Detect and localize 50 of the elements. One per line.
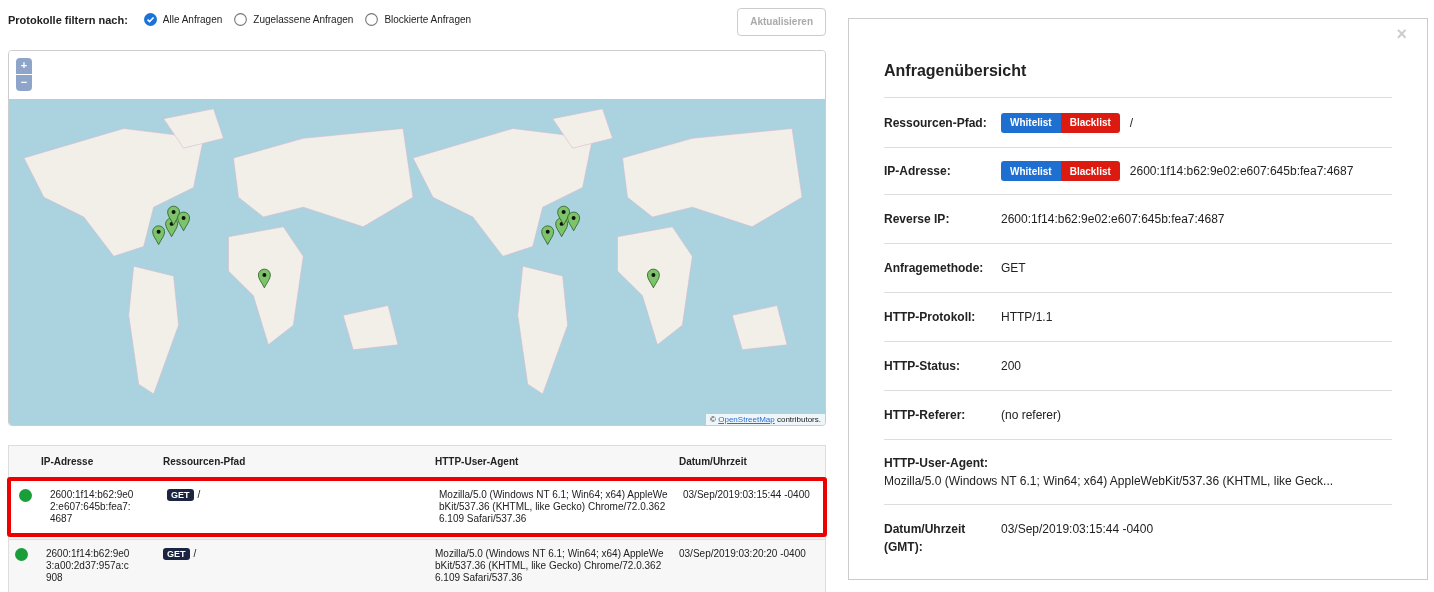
field-label: Datum/Uhrzeit (GMT): [884,521,967,556]
table-cell-text: 2600:1f14:b62:9e02:e607:645b:fea7:4687 [50,489,135,525]
blacklist-button[interactable]: Blacklist [1060,161,1120,181]
field-value: 03/Sep/2019:03:15:44 -0400 [1001,521,1154,538]
filter-radio[interactable]: Blockierte Anfragen [365,12,472,28]
field-value: 2600:1f14:b62:9e02:e607:645b:fea7:4687 [1001,211,1225,228]
zoom-out-button[interactable]: − [16,74,32,91]
zoom-in-button[interactable]: + [16,57,32,74]
field-label: Anfragemethode: [884,260,985,277]
field-value: (no referer) [1001,407,1062,424]
checked-radio-icon [143,13,157,27]
whitelist-button[interactable]: Whitelist [1001,112,1061,133]
field-value: 200 [1001,358,1022,375]
table-cell: / [193,548,197,560]
filter-label: Protokolle filtern nach: [8,12,128,28]
table-cell-text: 03/Sep/2019:03:15:44 -0400 [682,489,811,502]
table-cell-text: Mozilla/5.0 (Windows NT 6.1; Win64; x64) AppleWebKit/537.36 (KHTML, like Gecko) Chrome/72.0.3626.109 Safari/537.36 [438,489,669,525]
table-cell-text: 2600:1f14:b62:9e03:a00:2d37:957a:c908 [46,548,131,584]
column-header: IP-Adresse [40,455,95,469]
field-value: / [1129,114,1134,132]
method-badge: GET [163,548,190,560]
table-cell-text: 03/Sep/2019:03:20:20 -0400 [678,548,807,561]
radio-icon [234,13,248,27]
field-label: HTTP-Protokoll: [884,309,977,326]
field-label: HTTP-Status: [884,358,961,375]
table-cell-text: Mozilla/5.0 (Windows NT 6.1; Win64; x64) AppleWebKit/537.36 (KHTML, like Gecko) Chrome/72.0.3626.109 Safari/537.36 [434,548,665,584]
column-header: Ressourcen-Pfad [162,455,247,469]
column-header: HTTP-User-Agent [434,455,520,469]
field-label: IP-Adresse: [884,163,952,180]
openstreetmap-link[interactable]: OpenStreetMap [718,415,775,424]
field-value: HTTP/1.1 [1001,309,1053,326]
panel-title: Anfragenübersicht [884,59,1392,98]
field-label: HTTP-Referer: [884,407,967,424]
method-badge: GET [167,489,194,501]
blacklist-button[interactable]: Blacklist [1060,112,1120,133]
field-value: GET [1001,260,1026,277]
map-attribution: © OpenStreetMap contributors. [706,414,825,425]
table-cell: / [197,489,201,501]
radio-icon [365,13,379,27]
field-value: Mozilla/5.0 (Windows NT 6.1; Win64; x64) AppleWebKit/537.36 (KHTML, like Geck... [884,473,1335,490]
whitelist-button[interactable]: Whitelist [1001,161,1061,181]
filter-radio[interactable]: Zugelassene Anfragen [234,12,354,28]
field-label: Ressourcen-Pfad: [884,114,988,132]
field-label: HTTP-User-Agent: [884,455,989,472]
request-row[interactable]: 2600:1f14:b62:9e02:e607:645b:fea7:4687 GET / Mozilla/5.0 (Windows NT 6.1; Win64; x64) AppleWebKit/537.36 (KHTML, like Gecko) Chrome/72.0.3626.109 Safari/537.36 03/Sep/2019:03:15:44 -0400 [7,477,827,537]
request-row[interactable]: 2600:1f14:b62:9e03:a00:2d37:957a:c908 GET / Mozilla/5.0 (Windows NT 6.1; Win64; x64) AppleWebKit/537.36 (KHTML, like Gecko) Chrome/72.0.3626.109 Safari/537.36 03/Sep/2019:03:20:20 -0400 [9,539,825,592]
field-value: 2600:1f14:b62:9e02:e607:645b:fea7:4687 [1129,163,1354,180]
filter-radio[interactable]: Alle Anfragen [143,12,223,28]
column-header: Datum/Uhrzeit [678,455,748,469]
field-label: Reverse IP: [884,211,951,228]
